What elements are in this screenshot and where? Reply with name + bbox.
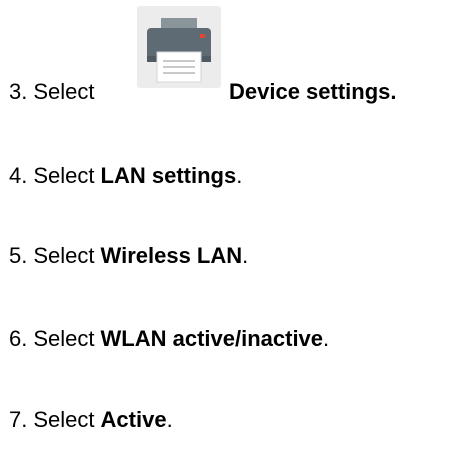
step-6: 6. Select WLAN active/inactive. — [9, 323, 329, 355]
step-number: 3. — [9, 79, 28, 104]
step-7: 7. Select Active. — [9, 404, 173, 436]
device-settings-label: Device settings. — [229, 76, 397, 108]
step-prefix: Select — [33, 243, 95, 268]
step-number: 5. — [9, 243, 28, 268]
step-suffix: . — [236, 163, 243, 188]
step-bold-text: Wireless LAN — [100, 243, 243, 268]
step-3: 3. Select Device settings. — [9, 76, 397, 108]
step-bold-text: WLAN active/inactive — [100, 326, 324, 351]
step-number: 6. — [9, 326, 28, 351]
step-prefix: Select — [33, 407, 95, 432]
instruction-steps: 3. Select Device settings. 4. Select LAN se… — [0, 0, 457, 452]
step-bold-text: LAN settings — [100, 163, 237, 188]
step-5: 5. Select Wireless LAN. — [9, 240, 248, 272]
step-suffix: . — [390, 79, 397, 104]
step-bold-text: Device settings — [229, 79, 391, 104]
step-4: 4. Select LAN settings. — [9, 160, 242, 192]
step-prefix: Select — [33, 163, 95, 188]
step-prefix: Select — [33, 79, 95, 104]
step-suffix: . — [242, 243, 249, 268]
step-number: 4. — [9, 163, 28, 188]
step-suffix: . — [166, 407, 173, 432]
step-bold-text: Active — [100, 407, 167, 432]
step-suffix: . — [323, 326, 330, 351]
step-prefix: Select — [33, 326, 95, 351]
step-number: 7. — [9, 407, 28, 432]
